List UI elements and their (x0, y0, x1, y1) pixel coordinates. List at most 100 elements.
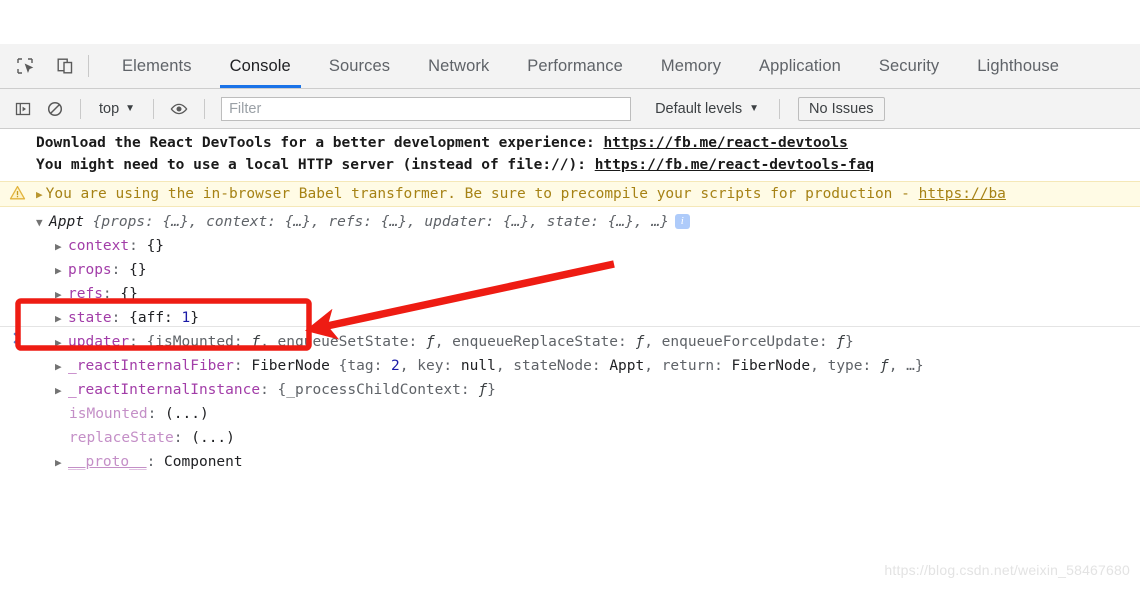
execution-context-label: top (99, 100, 120, 117)
object-preview: {props: {…}, context: {…}, refs: {…}, up… (83, 214, 669, 230)
live-expression-eye-icon[interactable] (166, 96, 192, 122)
tree-sep: : (173, 430, 192, 446)
tree-key-react-internal-fiber: _reactInternalFiber (68, 358, 234, 374)
tab-performance-label: Performance (527, 56, 623, 75)
browser-chrome-gap (0, 0, 1140, 44)
tree-sep: : (233, 358, 252, 374)
tree-row-updater[interactable]: ▶ updater: {isMounted: ƒ, enqueueSetState… (0, 330, 1140, 354)
console-message-react-devtools: Download the React DevTools for a better… (0, 129, 1140, 154)
panel-tabs: Elements Console Sources Network Perform… (89, 44, 1140, 88)
tree-key-react-internal-instance: _reactInternalInstance (68, 382, 261, 398)
tree-value-proto: Component (164, 454, 243, 470)
prompt-divider (0, 326, 1140, 327)
tree-value-ismounted[interactable]: (...) (165, 406, 209, 422)
tab-elements-label: Elements (122, 56, 192, 75)
console-prompt-caret (12, 331, 24, 349)
expander-icon[interactable]: ▶ (55, 451, 68, 475)
tree-sep: : (129, 334, 147, 350)
tab-elements[interactable]: Elements (103, 44, 211, 88)
tab-memory-label: Memory (660, 56, 722, 75)
execution-context-select[interactable]: top ▼ (93, 99, 141, 119)
expander-open-icon[interactable]: ▼ (36, 211, 49, 235)
tree-key-state: state (68, 310, 112, 326)
tree-key-proto: __proto__ (68, 454, 147, 470)
tree-sep: : (147, 406, 166, 422)
tab-sources-label: Sources (328, 56, 391, 75)
expander-icon[interactable]: ▶ (55, 307, 68, 331)
tree-key-replacestate: replaceState (69, 430, 174, 446)
expander-icon[interactable]: ▶ (55, 379, 68, 403)
tree-value-updater: {isMounted: ƒ, enqueueSetState: ƒ, enque… (146, 334, 854, 350)
log-levels-select[interactable]: Default levels ▼ (647, 99, 767, 119)
tab-application-label: Application (759, 56, 841, 75)
expander-icon[interactable]: ▶ (55, 235, 68, 259)
tab-console[interactable]: Console (211, 44, 310, 88)
tree-row-proto[interactable]: ▶ __proto__: Component (0, 450, 1140, 474)
tab-console-label: Console (229, 56, 291, 75)
tab-lighthouse-label: Lighthouse (977, 56, 1060, 75)
babel-warning-text: You are using the in-browser Babel trans… (45, 186, 919, 202)
devtools-tabbar: Elements Console Sources Network Perform… (0, 44, 1140, 89)
filter-placeholder: Filter (229, 100, 262, 117)
console-message-list[interactable]: Download the React DevTools for a better… (0, 129, 1140, 591)
babel-warning-link[interactable]: https://ba (919, 186, 1006, 202)
issues-button[interactable]: No Issues (798, 96, 885, 121)
tab-performance[interactable]: Performance (508, 44, 642, 88)
inspect-element-icon[interactable] (12, 53, 38, 79)
tab-network[interactable]: Network (409, 44, 508, 88)
chevron-down-icon: ▼ (749, 102, 760, 114)
tree-row-react-internal-fiber[interactable]: ▶ _reactInternalFiber: FiberNode {tag: 2,… (0, 354, 1140, 378)
object-tree-header[interactable]: ▼ Appt {props: {…}, context: {…}, refs: {… (0, 210, 1140, 234)
tree-value-react-internal-fiber: FiberNode {tag: 2, key: null, stateNode:… (251, 358, 924, 374)
tree-sep: : (260, 382, 278, 398)
log-levels-label: Default levels (655, 100, 743, 117)
tree-sep: : (146, 454, 165, 470)
info-badge-icon[interactable]: i (674, 213, 690, 229)
tab-security[interactable]: Security (860, 44, 958, 88)
device-toolbar-icon[interactable] (52, 53, 78, 79)
issues-label: No Issues (809, 100, 874, 117)
expander-icon[interactable]: ▶ (55, 259, 68, 283)
filter-input[interactable]: Filter (221, 96, 632, 121)
tree-row-context[interactable]: ▶ context: {} (0, 234, 1140, 258)
expander-icon[interactable]: ▶ (55, 283, 68, 307)
toolbar-divider-4 (779, 98, 781, 119)
tree-value-state: {aff: 1} (129, 310, 199, 326)
tree-sep: : (111, 310, 130, 326)
tree-row-ismounted[interactable]: isMounted: (...) (0, 402, 1140, 426)
tree-row-react-internal-instance[interactable]: ▶ _reactInternalInstance: {_processChildC… (0, 378, 1140, 402)
tree-value-replacestate[interactable]: (...) (191, 430, 235, 446)
chevron-down-icon: ▼ (125, 102, 136, 114)
tab-memory[interactable]: Memory (642, 44, 740, 88)
tab-security-label: Security (878, 56, 940, 75)
warning-expander-icon[interactable]: ▶ (36, 188, 43, 201)
react-devtools-faq-link[interactable]: https://fb.me/react-devtools-faq (595, 157, 874, 173)
tree-value-refs: {} (120, 286, 138, 302)
react-devtools-link[interactable]: https://fb.me/react-devtools (603, 135, 847, 151)
console-message-http-server: You might need to use a local HTTP serve… (0, 154, 1140, 176)
tree-row-replacestate[interactable]: replaceState: (...) (0, 426, 1140, 450)
tree-sep: : (111, 262, 130, 278)
expander-icon[interactable]: ▶ (55, 331, 68, 355)
tree-row-props[interactable]: ▶ props: {} (0, 258, 1140, 282)
http-server-text: You might need to use a local HTTP serve… (36, 157, 595, 173)
expander-icon[interactable]: ▶ (55, 355, 68, 379)
tab-network-label: Network (428, 56, 490, 75)
tabbar-icon-group (0, 44, 88, 88)
tree-key-updater: updater (68, 334, 130, 350)
console-sidebar-icon[interactable] (10, 96, 36, 122)
console-message-babel-warning: ▶ You are using the in-browser Babel tran… (0, 181, 1140, 207)
tree-value-react-internal-instance: {_processChildContext: ƒ} (277, 382, 496, 398)
toolbar-divider-2 (153, 98, 155, 119)
tab-application[interactable]: Application (740, 44, 860, 88)
tree-sep: : (129, 238, 147, 254)
react-devtools-text: Download the React DevTools for a better… (36, 135, 604, 151)
devtools-window: Elements Console Sources Network Perform… (0, 0, 1140, 591)
console-toolbar: top ▼ Filter Default levels ▼ No Issues (0, 89, 1140, 129)
tab-sources[interactable]: Sources (310, 44, 409, 88)
tab-lighthouse[interactable]: Lighthouse (958, 44, 1078, 88)
tree-row-refs[interactable]: ▶ refs: {} (0, 282, 1140, 306)
tree-value-props: {} (129, 262, 147, 278)
clear-console-icon[interactable] (42, 96, 68, 122)
watermark-text: https://blog.csdn.net/weixin_58467680 (884, 562, 1130, 578)
